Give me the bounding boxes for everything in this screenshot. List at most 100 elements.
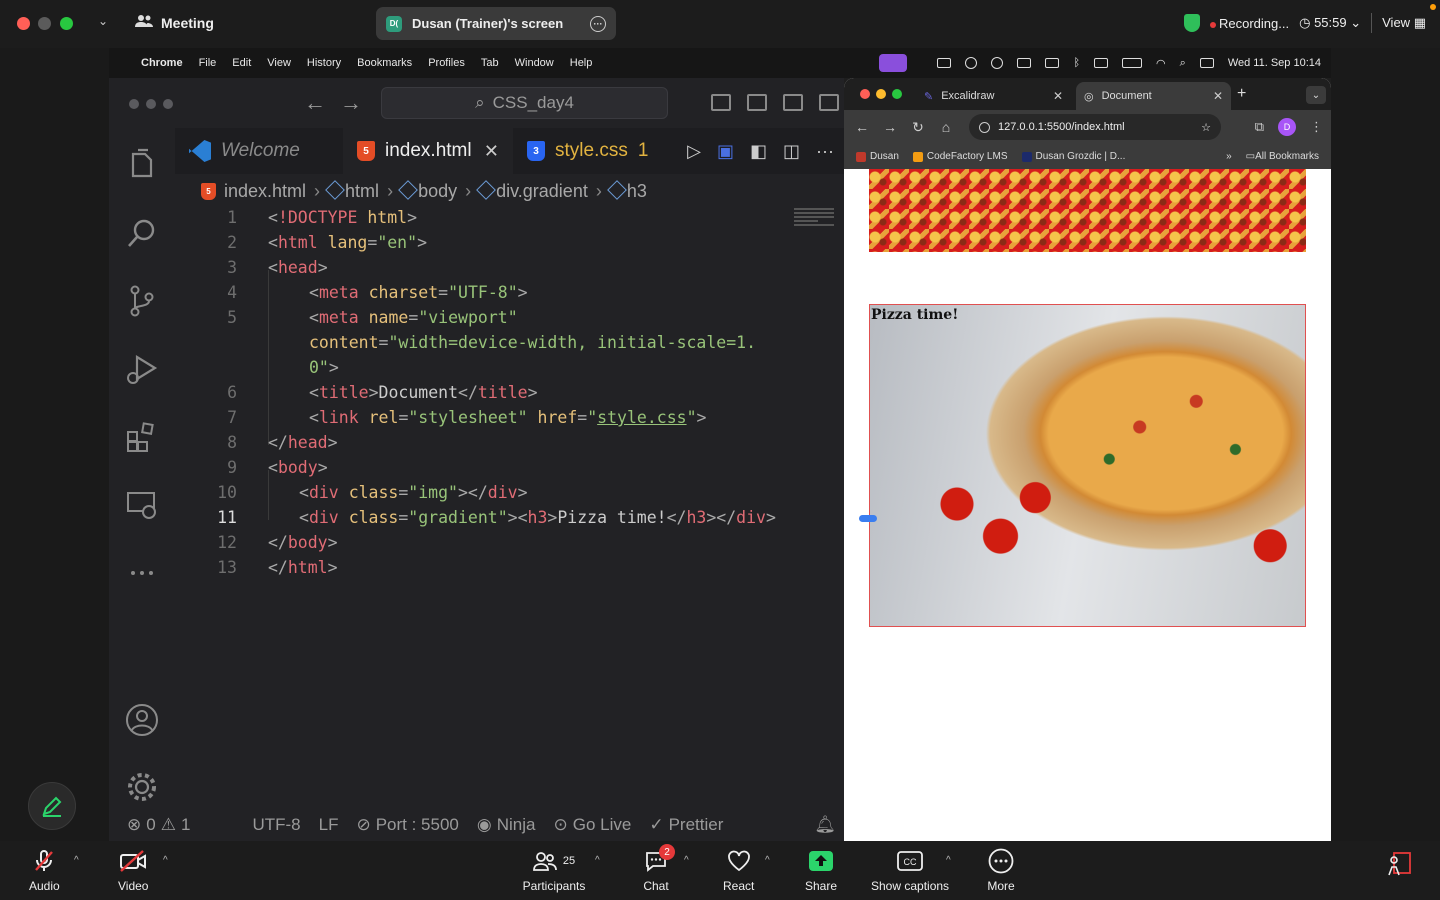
tab-index-html[interactable]: 5 index.html ✕ xyxy=(343,128,513,174)
more-actions-icon[interactable]: ··· xyxy=(816,141,834,162)
bell-icon[interactable]: 🔔︎ xyxy=(814,815,836,835)
account-icon[interactable] xyxy=(125,703,159,737)
stop-share-icon[interactable] xyxy=(1384,851,1412,882)
menu-window[interactable]: Window xyxy=(515,57,554,69)
audio-options-caret[interactable]: ^ xyxy=(74,855,79,866)
captions-options-caret[interactable]: ^ xyxy=(946,855,951,866)
forward-arrow-icon[interactable]: → xyxy=(340,90,362,116)
all-bookmarks[interactable]: ▭ All Bookmarks xyxy=(1246,151,1319,162)
keyboard-layout-icon[interactable] xyxy=(1094,58,1109,68)
recording-status[interactable]: Recording... xyxy=(1210,16,1289,31)
zoom-share-icon[interactable] xyxy=(879,54,908,72)
window-minimize-button[interactable] xyxy=(876,89,886,99)
reload-icon[interactable]: ↻ xyxy=(904,119,932,136)
bookmark-dusan[interactable]: Dusan xyxy=(856,151,899,162)
window-close-button[interactable] xyxy=(17,17,30,30)
eol-status[interactable]: LF xyxy=(319,815,339,835)
show-captions-button[interactable]: CC Show captions xyxy=(871,849,949,893)
headphones-icon[interactable] xyxy=(991,57,1004,69)
home-icon[interactable]: ⌂ xyxy=(932,119,960,135)
window-close-button[interactable] xyxy=(860,89,870,99)
battery-icon[interactable] xyxy=(1122,58,1143,68)
breadcrumb-file[interactable]: index.html xyxy=(224,181,306,202)
breadcrumb-h3[interactable]: h3 xyxy=(606,179,647,202)
command-center-search[interactable]: ⌕ CSS_day4 xyxy=(381,87,668,119)
participants-options-caret[interactable]: ^ xyxy=(595,855,600,866)
back-arrow-icon[interactable]: ← xyxy=(304,90,326,116)
window-close-button[interactable] xyxy=(129,99,139,109)
react-options-caret[interactable]: ^ xyxy=(765,855,770,866)
preview-icon[interactable]: ▣ xyxy=(717,141,734,162)
bluetooth-icon[interactable]: ᛒ xyxy=(1073,57,1080,69)
explorer-icon[interactable] xyxy=(125,148,159,182)
menubar-clock[interactable]: Wed 11. Sep 10:14 xyxy=(1228,57,1321,69)
open-preview-icon[interactable]: ◧ xyxy=(750,141,767,162)
shield-icon[interactable] xyxy=(1184,14,1200,32)
split-editor-icon[interactable]: ◫ xyxy=(783,141,800,162)
timer[interactable]: ◷ 55:59 ⌄ xyxy=(1299,15,1361,31)
video-button[interactable]: Video xyxy=(118,849,148,893)
wifi-icon[interactable]: ◠ xyxy=(1156,57,1166,70)
menu-profiles[interactable]: Profiles xyxy=(428,57,465,69)
bookmark-dusan-grozdic[interactable]: Dusan Grozdic | D... xyxy=(1021,151,1125,162)
tab-excalidraw[interactable]: ✎ Excalidraw ✕ xyxy=(916,82,1071,110)
annotate-button[interactable] xyxy=(28,782,76,830)
moon-icon[interactable] xyxy=(965,57,978,69)
menu-help[interactable]: Help xyxy=(570,57,593,69)
menu-view[interactable]: View xyxy=(267,57,291,69)
source-control-icon[interactable] xyxy=(125,284,159,318)
tab-style-css[interactable]: 3 style.css 1 xyxy=(513,128,673,174)
tab-welcome[interactable]: Welcome xyxy=(175,128,343,174)
bookmark-codefactory[interactable]: CodeFactory LMS xyxy=(912,151,1008,162)
site-info-icon[interactable] xyxy=(979,121,990,133)
screen-share-indicator[interactable]: D( Dusan (Trainer)'s screen ··· xyxy=(376,7,616,40)
code-editor[interactable]: 1 2 3 4 5 6 7 8 9 10 11 12 13 <!DOCTYPE … xyxy=(175,208,844,808)
tab-search-button[interactable]: ⌄ xyxy=(1306,86,1326,104)
breadcrumb-div[interactable]: div.gradient xyxy=(476,179,588,202)
control-center-icon[interactable] xyxy=(1199,58,1214,68)
toggle-sidebar-icon[interactable] xyxy=(711,94,731,111)
chat-options-caret[interactable]: ^ xyxy=(684,855,689,866)
spotlight-icon[interactable]: ⌕ xyxy=(1180,57,1186,70)
menu-tab[interactable]: Tab xyxy=(481,57,499,69)
video-options-caret[interactable]: ^ xyxy=(163,855,168,866)
extensions-icon[interactable]: ⧉ xyxy=(1255,119,1264,135)
problems-status[interactable]: ⊗ 0 ⚠ 1 xyxy=(127,815,190,835)
window-zoom-button[interactable] xyxy=(892,89,902,99)
menu-bookmarks[interactable]: Bookmarks xyxy=(357,57,412,69)
remote-explorer-icon[interactable] xyxy=(125,488,159,522)
menu-edit[interactable]: Edit xyxy=(232,57,251,69)
window-zoom-button[interactable] xyxy=(163,99,173,109)
window-zoom-button[interactable] xyxy=(60,17,73,30)
tab-document[interactable]: ◎ Document ✕ xyxy=(1076,82,1231,110)
react-button[interactable]: React xyxy=(723,849,754,893)
meeting-menu[interactable]: Meeting xyxy=(135,14,214,31)
forward-arrow-icon[interactable]: → xyxy=(876,119,904,135)
kebab-menu-icon[interactable]: ⋮ xyxy=(1310,119,1323,135)
profile-avatar[interactable]: D xyxy=(1278,118,1296,136)
run-icon[interactable]: ▷ xyxy=(687,141,701,162)
close-icon[interactable]: ✕ xyxy=(484,141,499,162)
prettier-status[interactable]: ✓ Prettier xyxy=(649,815,723,835)
menu-file[interactable]: File xyxy=(199,57,217,69)
ninja-status[interactable]: ◉ Ninja xyxy=(477,815,536,835)
more-bookmarks-button[interactable]: » xyxy=(1226,151,1232,162)
search-icon[interactable] xyxy=(125,216,159,250)
activity-icon[interactable] xyxy=(1045,58,1060,68)
breadcrumb-html[interactable]: html xyxy=(325,179,379,202)
star-icon[interactable]: ☆ xyxy=(1201,121,1211,134)
window-minimize-button[interactable] xyxy=(38,17,51,30)
address-bar[interactable]: 127.0.0.1:5500/index.html ☆ xyxy=(969,114,1221,140)
back-arrow-icon[interactable]: ← xyxy=(848,119,876,135)
go-live-button[interactable]: ⊙ Go Live xyxy=(553,815,631,835)
window-minimize-button[interactable] xyxy=(146,99,156,109)
close-icon[interactable]: ✕ xyxy=(1053,89,1063,103)
toggle-panel-icon[interactable] xyxy=(747,94,767,111)
toggle-secondary-sidebar-icon[interactable] xyxy=(783,94,803,111)
encoding-status[interactable]: UTF-8 xyxy=(252,815,300,835)
monitor-icon[interactable] xyxy=(1017,58,1032,68)
view-button[interactable]: View ▦ xyxy=(1382,15,1426,31)
port-status[interactable]: ⊘ Port : 5500 xyxy=(356,815,458,835)
gear-icon[interactable] xyxy=(125,770,159,804)
share-button[interactable]: Share xyxy=(805,849,837,893)
